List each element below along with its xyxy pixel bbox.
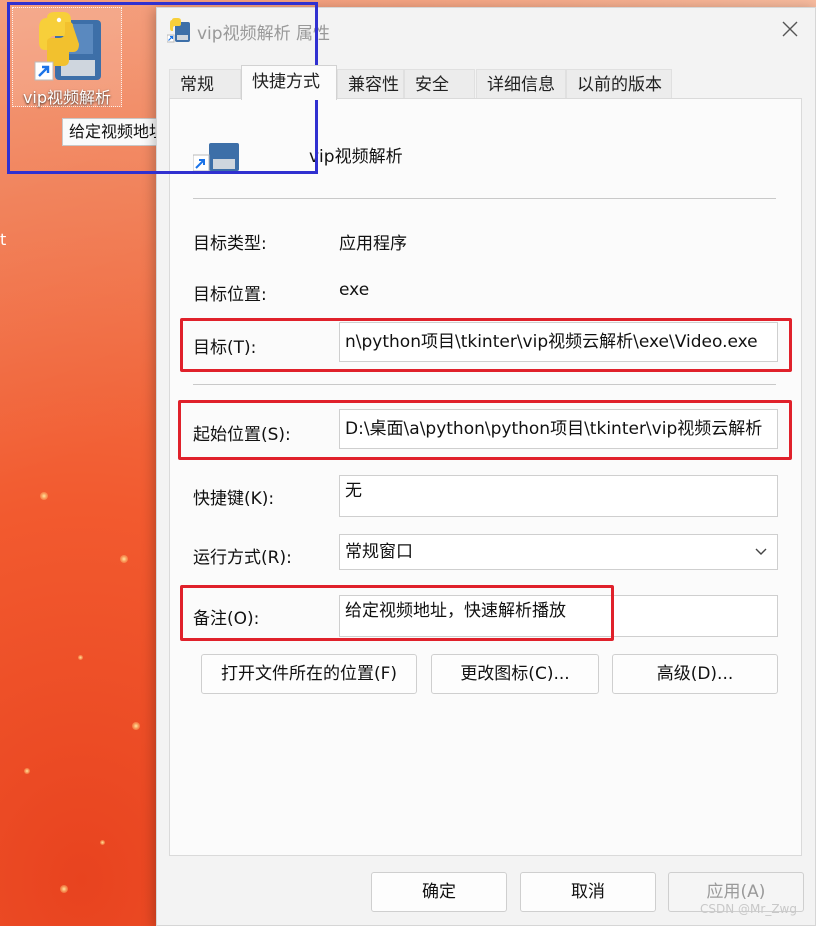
desktop-sparkle [132, 722, 140, 730]
tab-previous-versions[interactable]: 以前的版本 [566, 69, 672, 99]
tab-shortcut[interactable]: 快捷方式 [241, 65, 337, 100]
close-icon[interactable] [779, 18, 801, 40]
target-location-value: exe [339, 280, 370, 300]
ok-button[interactable]: 确定 [371, 872, 507, 912]
run-select[interactable]: 常规窗口 [339, 534, 778, 570]
hotkey-input[interactable]: 无 [339, 475, 778, 517]
change-icon-button[interactable]: 更改图标(C)... [431, 654, 599, 694]
annotation-highlight-comment [180, 585, 614, 641]
desktop-sparkle [120, 555, 128, 563]
annotation-highlight-target [180, 318, 792, 372]
hotkey-label: 快捷键(K): [193, 489, 275, 509]
advanced-button[interactable]: 高级(D)... [612, 654, 778, 694]
tab-compatibility[interactable]: 兼容性 [337, 69, 404, 99]
target-location-label: 目标位置: [193, 285, 267, 305]
desktop-sparkle [24, 768, 30, 774]
divider [193, 198, 776, 199]
run-label: 运行方式(R): [193, 548, 292, 568]
cancel-button[interactable]: 取消 [520, 872, 656, 912]
desktop-sparkle [100, 840, 105, 845]
open-file-location-button[interactable]: 打开文件所在的位置(F) [201, 654, 417, 694]
tab-details[interactable]: 详细信息 [476, 69, 566, 99]
shortcut-name: vip视频解析 [309, 147, 403, 167]
divider [193, 384, 776, 385]
chevron-down-icon [755, 548, 767, 555]
run-select-value: 常规窗口 [345, 542, 413, 562]
desktop-sparkle [40, 492, 48, 500]
desktop-sparkle [78, 655, 83, 660]
annotation-highlight-start-in [178, 400, 792, 460]
desktop-sparkle [60, 885, 68, 893]
tab-security[interactable]: 安全 [404, 69, 475, 99]
desktop-edge-text: t [0, 230, 7, 249]
watermark: CSDN @Mr_Zwg [700, 902, 797, 916]
target-type-label: 目标类型: [193, 234, 267, 254]
target-type-value: 应用程序 [339, 234, 407, 254]
